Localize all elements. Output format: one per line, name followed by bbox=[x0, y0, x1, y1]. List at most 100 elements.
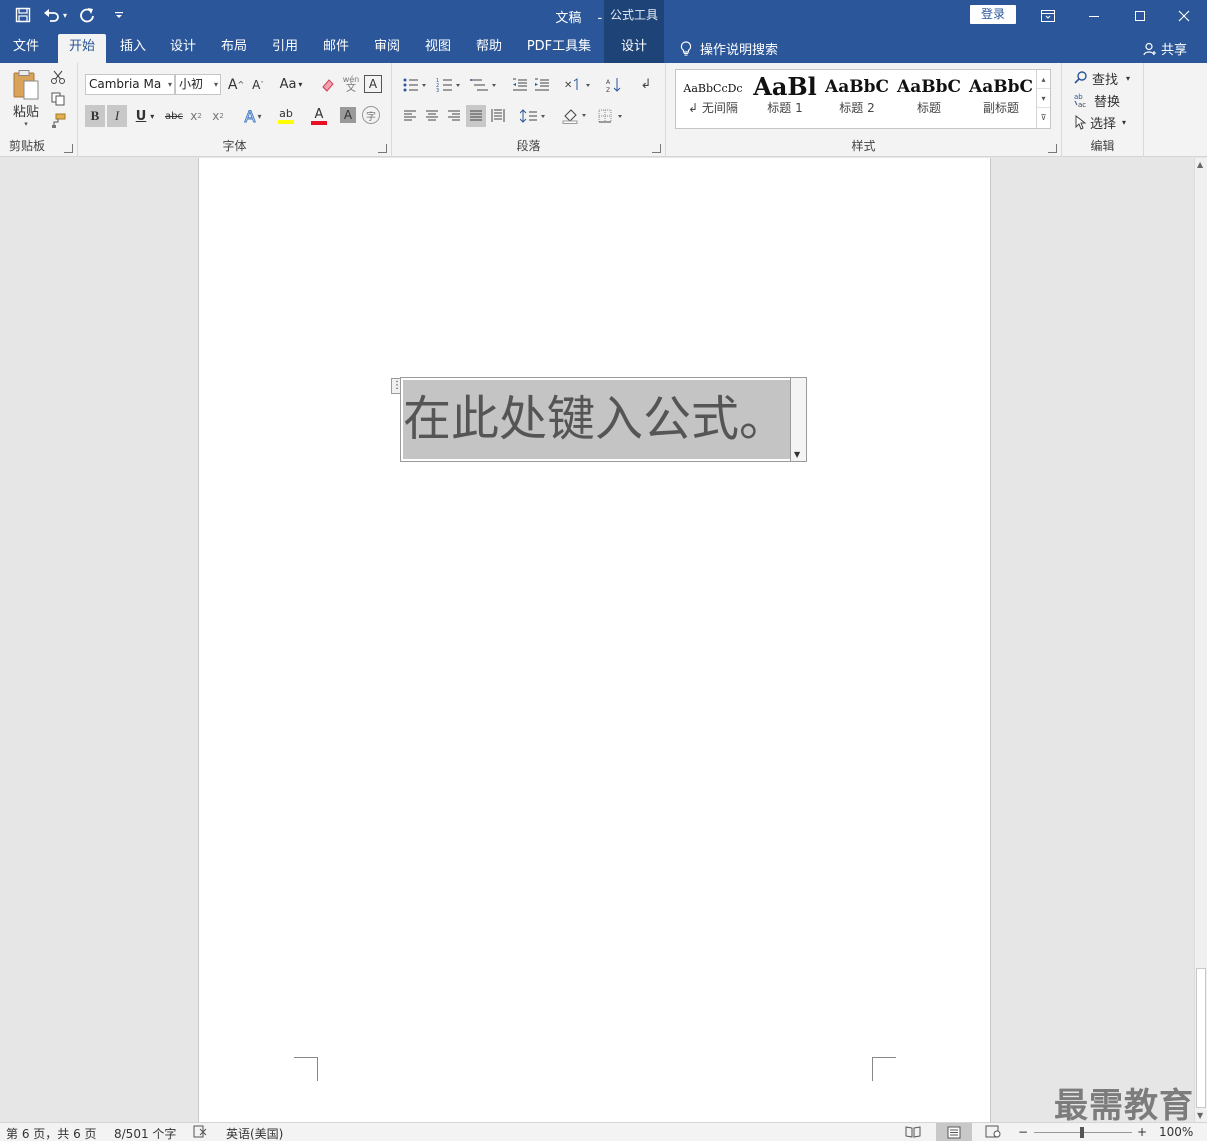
tab-equation-design[interactable]: 设计 bbox=[604, 31, 664, 63]
show-hide-marks-icon[interactable]: ↲ bbox=[636, 74, 656, 95]
save-icon[interactable] bbox=[10, 4, 36, 26]
print-layout-icon[interactable] bbox=[936, 1123, 972, 1141]
tell-me-search[interactable]: 操作说明搜索 bbox=[680, 39, 778, 58]
vertical-scrollbar[interactable]: ▲ ▼ bbox=[1194, 158, 1207, 1122]
zoom-out-button[interactable]: − bbox=[1018, 1125, 1028, 1139]
web-layout-icon[interactable] bbox=[985, 1125, 1001, 1141]
replace-button[interactable]: ab ac 替换 bbox=[1074, 90, 1120, 110]
align-left-icon[interactable] bbox=[400, 105, 420, 127]
scroll-up-icon[interactable]: ▲ bbox=[1197, 160, 1203, 169]
select-button[interactable]: 选择 ▾ bbox=[1074, 112, 1126, 132]
change-case-button[interactable]: Aa ▾ bbox=[276, 74, 306, 95]
clipboard-launcher-icon[interactable] bbox=[64, 144, 73, 153]
cut-icon[interactable] bbox=[48, 67, 68, 87]
strikethrough-button[interactable]: abc bbox=[164, 105, 184, 127]
character-shading-button[interactable]: A bbox=[340, 107, 356, 123]
proofing-icon[interactable] bbox=[193, 1125, 207, 1141]
word-count[interactable]: 8/501 个字 bbox=[114, 1125, 176, 1141]
style-heading-2[interactable]: AaBbC 标题 2 bbox=[822, 72, 892, 126]
zoom-level[interactable]: 100% bbox=[1159, 1125, 1193, 1139]
zoom-slider-thumb[interactable] bbox=[1080, 1127, 1084, 1138]
italic-button[interactable]: I bbox=[107, 105, 127, 127]
equation-move-handle-icon[interactable]: ⋮ bbox=[391, 378, 402, 394]
tab-home[interactable]: 开始 bbox=[58, 34, 106, 63]
language-indicator[interactable]: 英语(美国) bbox=[226, 1125, 283, 1141]
zoom-in-button[interactable]: + bbox=[1137, 1125, 1147, 1139]
align-center-icon[interactable] bbox=[422, 105, 442, 127]
document-page[interactable]: ⋮ 在此处键入公式。 ▼ bbox=[198, 158, 991, 1122]
share-button[interactable]: 共享 bbox=[1143, 39, 1187, 58]
font-color-button[interactable]: A bbox=[304, 105, 334, 127]
styles-group-label: 样式 bbox=[851, 139, 876, 153]
decrease-indent-icon[interactable] bbox=[510, 74, 530, 95]
shading-icon[interactable] bbox=[560, 105, 592, 127]
tab-layout[interactable]: 布局 bbox=[211, 31, 257, 63]
phonetic-guide-button[interactable]: wén 文 bbox=[340, 72, 362, 96]
justify-icon[interactable] bbox=[466, 105, 486, 127]
increase-indent-icon[interactable] bbox=[532, 74, 552, 95]
bold-button[interactable]: B bbox=[85, 105, 105, 127]
text-effects-button[interactable]: A ▾ bbox=[238, 105, 268, 127]
enclose-characters-button[interactable]: 字 bbox=[362, 106, 380, 124]
paste-button[interactable]: 粘贴 ▾ bbox=[6, 67, 46, 129]
customize-qat-icon[interactable] bbox=[106, 4, 132, 26]
distributed-icon[interactable] bbox=[488, 105, 508, 127]
equation-container[interactable]: ⋮ 在此处键入公式。 ▼ bbox=[391, 377, 807, 462]
style-heading-1[interactable]: AaBl 标题 1 bbox=[750, 72, 820, 126]
tab-mailings[interactable]: 邮件 bbox=[313, 31, 359, 63]
tab-pdf-tools[interactable]: PDF工具集 bbox=[520, 31, 598, 63]
equation-options-dropdown[interactable]: ▼ bbox=[790, 378, 806, 461]
style-title[interactable]: AaBbC 标题 bbox=[894, 72, 964, 126]
maximize-icon[interactable] bbox=[1117, 0, 1163, 31]
highlight-color-button[interactable]: ab bbox=[271, 105, 301, 127]
sort-icon[interactable]: AZ bbox=[604, 74, 624, 95]
align-right-icon[interactable] bbox=[444, 105, 464, 127]
style-no-spacing[interactable]: AaBbCcDc ↲ 无间隔 bbox=[678, 72, 748, 126]
undo-icon[interactable]: ▾ bbox=[42, 4, 68, 26]
ribbon-display-options-icon[interactable] bbox=[1025, 0, 1071, 31]
group-editing: 查找 ▾ ab ac 替换 选择 ▾ 编辑 bbox=[1062, 63, 1144, 157]
format-painter-icon[interactable] bbox=[48, 111, 68, 131]
line-spacing-icon[interactable] bbox=[518, 105, 550, 127]
chinese-layout-icon[interactable]: ✕ bbox=[562, 74, 594, 95]
character-border-button[interactable]: A bbox=[364, 75, 382, 93]
borders-icon[interactable] bbox=[596, 105, 628, 127]
superscript-button[interactable]: x2 bbox=[208, 105, 228, 127]
page-count[interactable]: 第 6 页，共 6 页 bbox=[6, 1125, 97, 1141]
equation-placeholder[interactable]: 在此处键入公式。 bbox=[403, 380, 791, 459]
multilevel-list-icon[interactable] bbox=[468, 74, 500, 95]
font-size-combo[interactable]: 小初 ▾ bbox=[175, 74, 221, 95]
tab-view[interactable]: 视图 bbox=[415, 31, 461, 63]
subscript-button[interactable]: x2 bbox=[186, 105, 206, 127]
tab-review[interactable]: 审阅 bbox=[364, 31, 410, 63]
font-launcher-icon[interactable] bbox=[378, 144, 387, 153]
style-subtitle[interactable]: AaBbC 副标题 bbox=[966, 72, 1036, 126]
read-mode-icon[interactable] bbox=[905, 1125, 921, 1141]
scrollbar-thumb[interactable] bbox=[1196, 968, 1206, 1108]
find-button[interactable]: 查找 ▾ bbox=[1074, 68, 1130, 88]
tab-insert[interactable]: 插入 bbox=[110, 31, 156, 63]
shrink-font-button[interactable]: Aˇ bbox=[248, 74, 268, 95]
tab-references[interactable]: 引用 bbox=[262, 31, 308, 63]
grow-font-button[interactable]: A ^ bbox=[226, 74, 246, 95]
underline-button[interactable]: U ▾ bbox=[130, 105, 160, 127]
redo-icon[interactable] bbox=[74, 4, 100, 26]
close-icon[interactable] bbox=[1161, 0, 1207, 31]
scroll-down-icon[interactable]: ▼ bbox=[1197, 1111, 1203, 1120]
paragraph-launcher-icon[interactable] bbox=[652, 144, 661, 153]
font-name-combo[interactable]: Cambria Ma ▾ bbox=[85, 74, 175, 95]
numbering-icon[interactable]: 123 bbox=[434, 74, 464, 95]
bullets-icon[interactable] bbox=[400, 74, 430, 95]
tab-design[interactable]: 设计 bbox=[160, 31, 206, 63]
share-label: 共享 bbox=[1160, 43, 1187, 58]
tab-help[interactable]: 帮助 bbox=[466, 31, 512, 63]
styles-more-icon[interactable]: ⊽ bbox=[1037, 108, 1050, 127]
login-button[interactable]: 登录 bbox=[970, 5, 1016, 24]
copy-icon[interactable] bbox=[48, 89, 68, 109]
styles-launcher-icon[interactable] bbox=[1048, 144, 1057, 153]
minimize-icon[interactable] bbox=[1071, 0, 1117, 31]
clear-formatting-icon[interactable] bbox=[318, 74, 338, 95]
tab-file[interactable]: 文件 bbox=[0, 31, 52, 63]
styles-scroll-up-icon[interactable]: ▴ bbox=[1037, 70, 1050, 89]
styles-scroll-down-icon[interactable]: ▾ bbox=[1037, 89, 1050, 108]
